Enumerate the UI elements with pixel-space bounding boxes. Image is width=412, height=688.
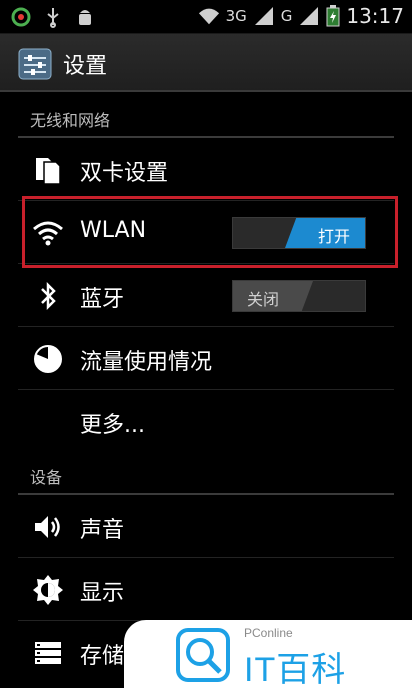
settings-item-label: 存储 bbox=[80, 644, 125, 669]
toggle-state-label: 打开 bbox=[317, 227, 350, 246]
battery-charging-icon bbox=[326, 5, 340, 27]
settings-item-label: 显示 bbox=[80, 581, 125, 606]
settings-item-more[interactable]: 更多... bbox=[0, 390, 412, 453]
wifi-icon bbox=[33, 221, 63, 246]
clock: 13:17 bbox=[346, 4, 404, 28]
settings-item-label: WLAN bbox=[80, 218, 147, 243]
brightness-icon bbox=[33, 575, 63, 605]
data-usage-icon bbox=[34, 345, 62, 373]
signal-bars-icon bbox=[254, 7, 273, 25]
settings-item-label: 流量使用情况 bbox=[80, 350, 213, 375]
watermark: PConline IT百科 bbox=[124, 620, 412, 688]
network-3g-label: 3G bbox=[225, 7, 247, 25]
bluetooth-toggle[interactable]: 关闭 bbox=[232, 280, 366, 312]
section-header-wireless: 无线和网络 bbox=[0, 96, 412, 138]
it-baike-logo-icon bbox=[176, 628, 230, 682]
toggle-state-label: 关闭 bbox=[247, 290, 280, 309]
page-title: 设置 bbox=[63, 54, 108, 79]
settings-item-label: 声音 bbox=[80, 518, 125, 543]
settings-item-data-usage[interactable]: 流量使用情况 bbox=[0, 327, 412, 390]
settings-item-label: 双卡设置 bbox=[80, 161, 169, 186]
settings-item-label: 蓝牙 bbox=[80, 287, 125, 312]
network-g-label: G bbox=[280, 7, 293, 25]
action-bar: 设置 bbox=[0, 34, 412, 92]
status-bar: 3G G 13:17 bbox=[0, 0, 412, 34]
watermark-site: PConline bbox=[244, 626, 293, 640]
wifi-signal-icon bbox=[198, 8, 219, 25]
settings-item-display[interactable]: 显示 bbox=[0, 558, 412, 621]
usb-icon bbox=[47, 8, 59, 28]
watermark-brand: IT百科 bbox=[244, 651, 347, 688]
settings-app-icon[interactable] bbox=[18, 48, 52, 80]
section-label: 设备 bbox=[30, 468, 63, 487]
settings-item-dual-sim[interactable]: 双卡设置 bbox=[0, 138, 412, 201]
settings-item-sound[interactable]: 声音 bbox=[0, 495, 412, 558]
sync-icon bbox=[11, 7, 31, 27]
sim-card-icon bbox=[36, 158, 61, 185]
bluetooth-icon bbox=[41, 281, 56, 311]
signal-bars-icon-2 bbox=[300, 7, 319, 25]
settings-item-wlan[interactable]: WLAN 打开 bbox=[0, 201, 412, 264]
android-debug-icon bbox=[79, 10, 91, 25]
wlan-toggle[interactable]: 打开 bbox=[232, 217, 366, 249]
speaker-icon bbox=[35, 516, 60, 538]
settings-item-bluetooth[interactable]: 蓝牙 关闭 bbox=[0, 264, 412, 327]
storage-icon bbox=[35, 642, 61, 664]
section-label: 无线和网络 bbox=[30, 111, 111, 130]
section-header-device: 设备 bbox=[0, 453, 412, 495]
settings-item-label: 更多... bbox=[80, 413, 145, 438]
